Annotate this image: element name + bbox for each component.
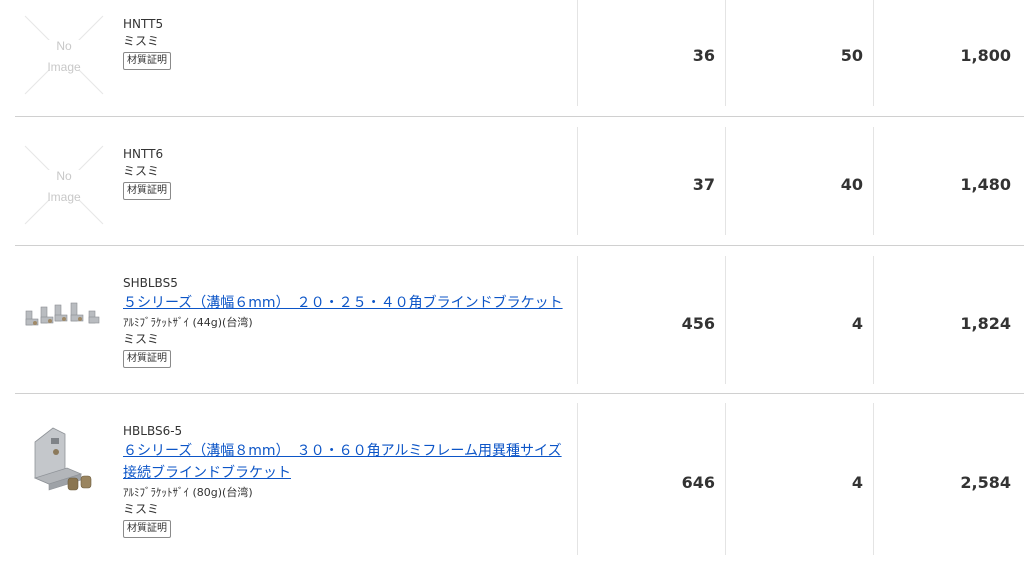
quantity-value: 40 [840, 175, 863, 194]
column-divider [577, 403, 578, 555]
material-cert-badge[interactable]: 材質証明 [123, 520, 171, 538]
material-cert-badge[interactable]: 材質証明 [123, 52, 171, 70]
product-title-line[interactable]: ６シリーズ（溝幅８mm） ３０・６０角アルミフレーム用異種サイズ [123, 443, 562, 459]
no-image-label: Image [47, 190, 81, 204]
no-image-placeholder: No Image [23, 144, 105, 226]
product-code: HNTT5 [123, 17, 164, 31]
no-image-label: Image [47, 60, 81, 74]
column-divider [873, 0, 874, 106]
quantity-value: 50 [840, 46, 863, 65]
row-divider [15, 393, 1024, 394]
quantity-value: 4 [851, 314, 863, 333]
column-divider [725, 403, 726, 555]
product-code: HBLBS6-5 [123, 424, 183, 438]
total-value: 1,800 [960, 46, 1011, 65]
column-divider [725, 0, 726, 106]
total-value: 1,824 [960, 314, 1011, 333]
no-image-label: No [56, 39, 72, 53]
product-title-link[interactable]: ５シリーズ（溝幅６mm） ２０・２５・４０角ブラインドブラケット [123, 292, 573, 314]
weight-value: 37 [692, 175, 715, 194]
column-divider [873, 403, 874, 555]
material-cert-badge[interactable]: 材質証明 [123, 350, 171, 368]
product-info: SHBLBS5 ５シリーズ（溝幅６mm） ２０・２５・４０角ブラインドブラケット… [123, 275, 573, 368]
column-divider [725, 127, 726, 235]
column-divider [873, 256, 874, 384]
column-divider [873, 127, 874, 235]
product-image[interactable] [23, 420, 105, 502]
column-divider [577, 127, 578, 235]
total-value: 2,584 [960, 473, 1011, 492]
column-divider [577, 0, 578, 106]
no-image-placeholder: No Image [23, 14, 105, 96]
maker-name: ミスミ [123, 502, 160, 516]
no-image-label: No [56, 169, 72, 183]
product-info: HNTT5 ミスミ 材質証明 [123, 16, 573, 70]
row-divider [15, 245, 1024, 246]
column-divider [577, 256, 578, 384]
maker-name: ミスミ [123, 164, 160, 178]
blind-bracket-image [33, 427, 92, 491]
product-title-link[interactable]: ６シリーズ（溝幅８mm） ３０・６０角アルミフレーム用異種サイズ 接続ブラインド… [123, 440, 573, 484]
quantity-value: 4 [851, 473, 863, 492]
column-divider [725, 256, 726, 384]
product-spec: ｱﾙﾐﾌﾞﾗｹｯﾄｻﾞｲ (80g)(台湾) [123, 486, 253, 499]
material-cert-badge[interactable]: 材質証明 [123, 182, 171, 200]
product-code: HNTT6 [123, 147, 164, 161]
row-divider [15, 116, 1024, 117]
no-image-icon: No Image [24, 145, 104, 225]
no-image-icon: No Image [24, 15, 104, 95]
product-image[interactable] [23, 275, 105, 357]
product-info: HNTT6 ミスミ 材質証明 [123, 146, 573, 200]
product-info: HBLBS6-5 ６シリーズ（溝幅８mm） ３０・６０角アルミフレーム用異種サイ… [123, 423, 573, 538]
product-spec: ｱﾙﾐﾌﾞﾗｹｯﾄｻﾞｲ (44g)(台湾) [123, 316, 253, 329]
product-code: SHBLBS5 [123, 276, 178, 290]
weight-value: 36 [692, 46, 715, 65]
weight-value: 456 [681, 314, 715, 333]
maker-name: ミスミ [123, 34, 160, 48]
blind-bracket-set-image [25, 302, 100, 326]
weight-value: 646 [681, 473, 715, 492]
product-title-line[interactable]: 接続ブラインドブラケット [123, 465, 291, 481]
maker-name: ミスミ [123, 332, 160, 346]
total-value: 1,480 [960, 175, 1011, 194]
